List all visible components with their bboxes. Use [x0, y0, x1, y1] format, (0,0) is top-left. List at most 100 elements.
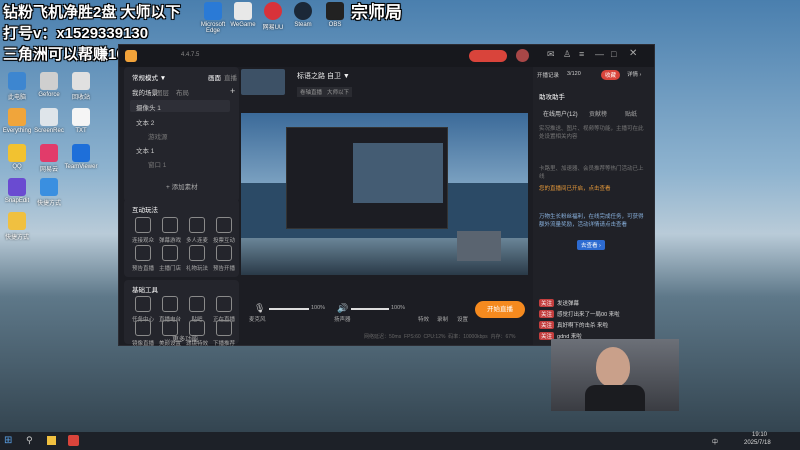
tab-contribution[interactable]: 贡献榜 — [589, 109, 607, 118]
app-version: 4.4.7.5 — [181, 52, 200, 58]
windows-start-icon[interactable]: ⊞ — [4, 435, 12, 446]
details-link[interactable]: 详情 › — [627, 70, 641, 78]
desktop-icon-wegame[interactable]: WeGame — [226, 2, 260, 28]
stream-preview[interactable] — [241, 113, 528, 275]
desktop-icon-shortcut[interactable]: 快捷方式 — [32, 178, 66, 207]
tool-store[interactable]: 主播门店 — [157, 245, 183, 272]
tool-multi-mic[interactable]: 多人连麦 — [184, 217, 210, 244]
shirt-icon[interactable]: ♙ — [563, 49, 571, 60]
right-panel: 开播记录 3/120 收藏 详情 › 助攻助手 在线用户(12) 贡献榜 贴纸 … — [533, 67, 654, 345]
tool-schedule[interactable]: 预告开播 — [211, 245, 237, 272]
desktop-icon-qq[interactable]: QQ — [0, 144, 34, 170]
tool-tieba[interactable]: 贴吧 — [184, 296, 210, 323]
tab-my-scenes[interactable]: 我的场景 — [132, 87, 158, 97]
tool-radio[interactable]: 直播电台 — [157, 296, 183, 323]
scene-mode-select[interactable]: 常规模式 ▼ — [132, 72, 166, 82]
desktop-icon-screenrec[interactable]: ScreenRec — [32, 108, 66, 134]
stream-tag-1[interactable]: 卷轴直播 — [297, 87, 326, 97]
desktop-icon-txt[interactable]: TXT — [64, 108, 98, 134]
tab-live[interactable]: 直播 — [224, 72, 237, 82]
wegame-icon — [234, 2, 252, 20]
viewer-count: 3/120 — [567, 71, 581, 77]
tab-canvas[interactable]: 画面 — [208, 72, 221, 82]
tab-layout[interactable]: 布局 — [176, 87, 189, 97]
live-status-badge[interactable] — [469, 50, 507, 62]
speaker-icon[interactable]: 🔊 — [337, 303, 348, 314]
add-scene-icon[interactable]: + — [230, 86, 235, 96]
clock-date[interactable]: 2025/7/18 — [744, 440, 771, 446]
maximize-icon[interactable]: □ — [611, 49, 616, 59]
mic-volume-slider[interactable] — [269, 308, 309, 310]
overlay-topright: 宗师局 — [351, 3, 402, 22]
desktop-icon-file[interactable]: 快捷方式 — [0, 212, 34, 241]
tool-preview-live[interactable]: 预告直播 — [130, 245, 156, 272]
tab-layers[interactable]: 图层 — [156, 87, 169, 97]
overlay-line-2: 打号v：x1529339130 — [3, 25, 149, 42]
stream-cover-thumbnail[interactable] — [241, 69, 285, 95]
tool-now-live[interactable]: 正在直播 — [211, 296, 237, 323]
desktop-icon-netease[interactable]: 网易云 — [32, 144, 66, 173]
desktop-icon-steam[interactable]: Steam — [286, 2, 320, 28]
desktop-icon-recycle[interactable]: 回收站 — [64, 72, 98, 101]
tool-task-center[interactable]: 任务中心 — [130, 296, 156, 323]
desktop-icon-teamviewer[interactable]: TeamViewer — [64, 144, 98, 170]
streamer-shirt — [585, 385, 645, 411]
promo-text: 万物生长粉丝福利，在线完成任务，可获得额外流量奖励，活动详情请点击查看 — [539, 214, 644, 228]
taskbar: ⊞ ⚲ 中 19:10 2025/7/18 — [0, 432, 800, 450]
uu-icon — [264, 2, 282, 20]
close-icon[interactable]: ✕ — [629, 48, 637, 59]
minimize-icon[interactable]: — — [595, 49, 604, 59]
tool-connect-audience[interactable]: 连接观众 — [130, 217, 156, 244]
computer-icon — [8, 72, 26, 90]
desktop-icon-thispc[interactable]: 此电脑 — [0, 72, 34, 101]
tab-online-users[interactable]: 在线用户(12) — [543, 109, 578, 118]
taskbar-app-icon[interactable] — [68, 435, 79, 446]
desktop-icon-snapedit[interactable]: SnapEdit — [0, 178, 34, 204]
desktop-icon-uu[interactable]: 网易UU — [256, 2, 290, 31]
menu-icon[interactable]: ≡ — [579, 49, 584, 59]
clock-time[interactable]: 19:10 — [752, 432, 767, 438]
scene-item-5[interactable]: 窗口 1 — [148, 159, 166, 169]
everything-icon — [8, 108, 26, 126]
more-features-button[interactable]: ··· 更多功能 — [164, 333, 198, 343]
tool-mirror[interactable]: 镜像直播 — [130, 320, 156, 347]
microphone-icon[interactable]: 🎙 — [254, 303, 265, 314]
avatar[interactable] — [516, 49, 529, 62]
desktop-icon-edge[interactable]: Microsoft Edge — [196, 2, 230, 34]
start-live-button[interactable]: 开始直播 — [475, 301, 525, 318]
scene-item-4[interactable]: 文本 1 — [136, 145, 154, 155]
desktop-icon-obs[interactable]: OBS — [318, 2, 352, 28]
tab-live-record[interactable]: 开播记录 — [537, 71, 559, 79]
scene-item-2[interactable]: 文本 2 — [136, 117, 154, 127]
overlay-line-1: 钻粉飞机净胜2盘 大师以下 — [3, 4, 181, 21]
add-material-button[interactable]: + 添加素材 — [166, 181, 198, 191]
settings-button[interactable]: 设置 — [457, 315, 468, 323]
stream-tag-2[interactable]: 大师以下 — [324, 87, 353, 97]
interactive-panel: 互动玩法 连接观众 弹幕游戏 多人连麦 投票互动 预告直播 主播门店 礼物玩法 … — [124, 199, 239, 277]
streaming-app-window: 4.4.7.5 ✉ ♙ ≡ — □ ✕ 常规模式 ▼ 画面 直播 我的场景 图层… — [118, 44, 655, 347]
file-explorer-icon[interactable] — [47, 436, 56, 445]
tool-gift[interactable]: 礼物玩法 — [184, 245, 210, 272]
tool-vote[interactable]: 投票互动 — [211, 217, 237, 244]
stream-title[interactable]: 标语之路 自卫 ▼ — [297, 71, 350, 81]
notice-3: 您的直播间已开启，点击查看 — [539, 186, 611, 192]
tab-stickers[interactable]: 贴纸 — [625, 109, 637, 118]
effects-button[interactable]: 特效 — [418, 315, 429, 323]
scene-item-1[interactable]: 摄像头 1 — [136, 102, 161, 112]
collect-button[interactable]: 收藏 — [601, 70, 621, 80]
screenrec-icon — [40, 108, 58, 126]
search-icon[interactable]: ⚲ — [26, 435, 33, 446]
ime-indicator[interactable]: 中 — [712, 437, 718, 446]
tool-offline-recommend[interactable]: 下播推荐 — [211, 320, 237, 347]
speaker-label: 扬声器 — [334, 317, 351, 323]
recycle-bin-icon — [72, 72, 90, 90]
record-button[interactable]: 录制 — [437, 315, 448, 323]
promo-button[interactable]: 去查看 › — [577, 240, 605, 250]
edge-icon — [204, 2, 222, 20]
scene-item-3[interactable]: 游戏源 — [148, 131, 168, 141]
desktop-icon-geforce[interactable]: Geforce — [32, 72, 66, 98]
mail-icon[interactable]: ✉ — [547, 49, 555, 60]
tool-barrage-game[interactable]: 弹幕游戏 — [157, 217, 183, 244]
speaker-volume-slider[interactable] — [351, 308, 389, 310]
desktop-icon-everything[interactable]: Everything — [0, 108, 34, 134]
